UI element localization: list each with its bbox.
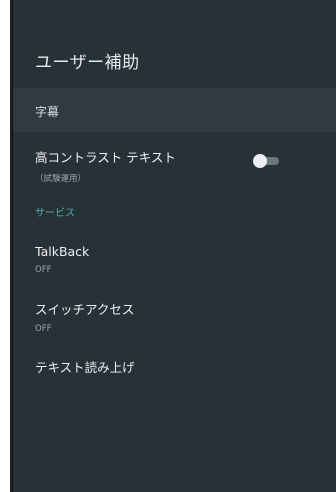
text-to-speech-item[interactable]: テキスト読み上げ bbox=[35, 357, 319, 376]
switch-access-item[interactable]: スイッチアクセス OFF bbox=[35, 299, 319, 334]
services-category: サービス bbox=[35, 208, 75, 219]
captions-row[interactable] bbox=[13, 88, 336, 132]
switch-access-title: スイッチアクセス bbox=[35, 302, 135, 317]
page-title: ユーザー補助 bbox=[35, 53, 140, 73]
high-contrast-toggle[interactable] bbox=[253, 154, 283, 168]
captions-label: 字幕 bbox=[35, 105, 60, 119]
switch-access-status: OFF bbox=[35, 324, 52, 334]
talkback-status: OFF bbox=[35, 265, 52, 275]
high-contrast-text-subtitle: （試験運用） bbox=[35, 174, 87, 184]
talkback-title: TalkBack bbox=[35, 244, 90, 259]
text-to-speech-title: テキスト読み上げ bbox=[35, 360, 135, 375]
header: ユーザー補助 bbox=[13, 0, 336, 88]
settings-screen: ユーザー補助 字幕 高コントラスト テキスト （試験運用） サービス TalkB… bbox=[12, 0, 336, 492]
talkback-item[interactable]: TalkBack OFF bbox=[35, 244, 319, 275]
toggle-knob bbox=[253, 154, 267, 168]
